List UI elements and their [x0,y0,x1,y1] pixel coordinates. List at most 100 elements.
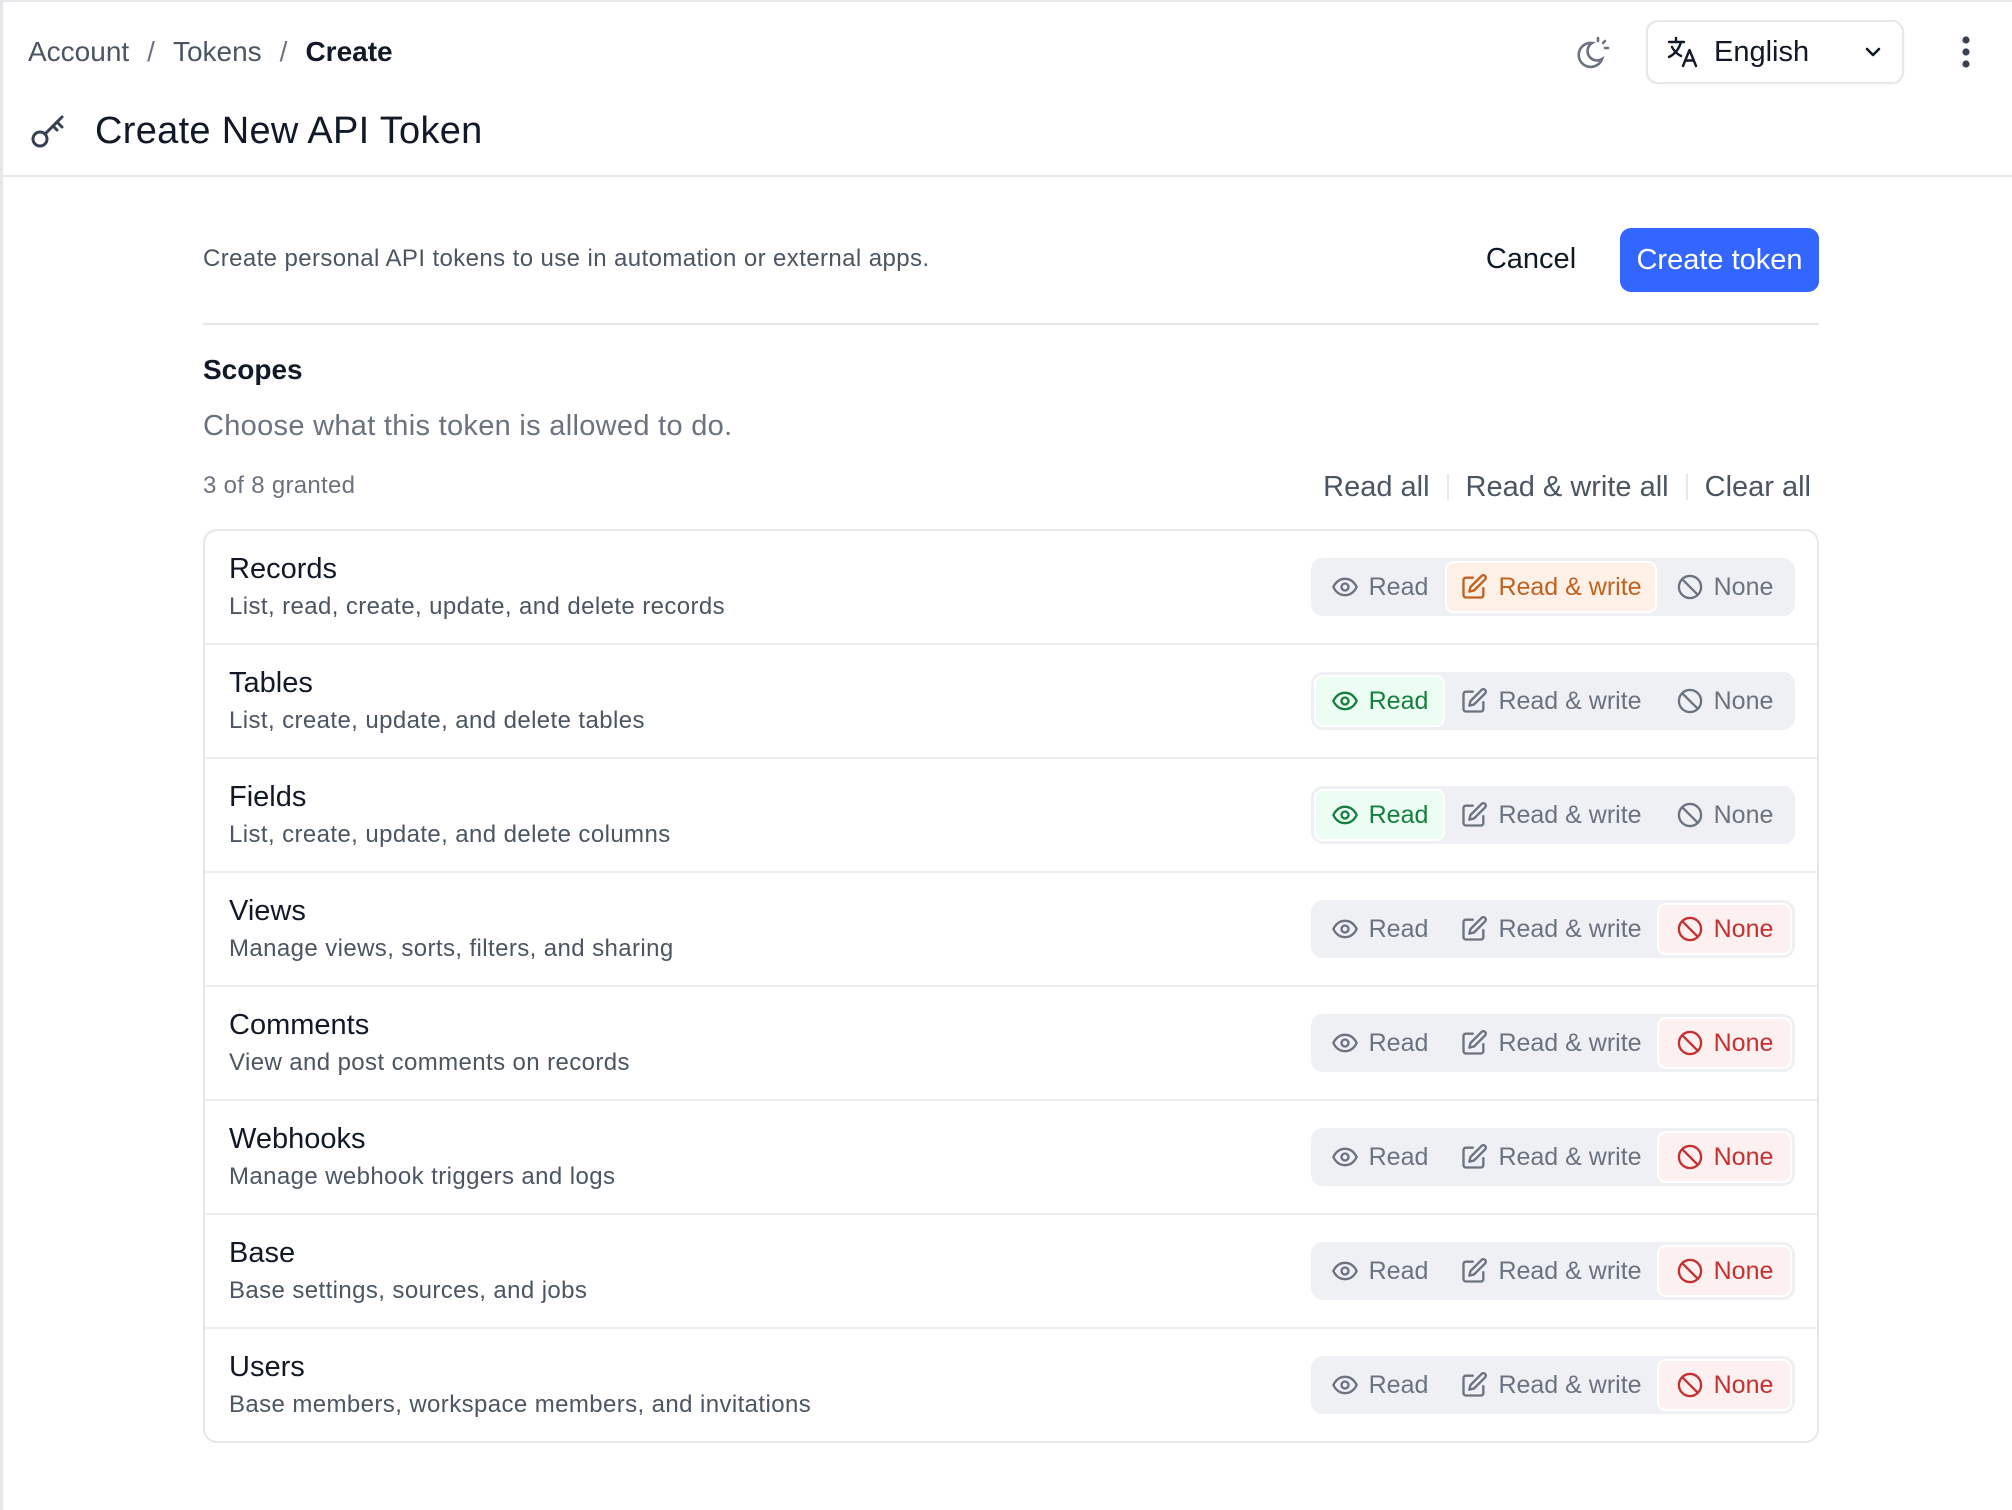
option-label: None [1713,686,1774,715]
permission-none-option[interactable]: None [1657,1245,1792,1297]
permission-read-write-option[interactable]: Read & write [1445,903,1657,955]
scope-name: Webhooks [229,1123,366,1155]
breadcrumb-separator: / [279,36,288,67]
scope-row: Webhooks Manage webhook triggers and log… [205,1101,1817,1215]
ban-icon [1677,688,1702,714]
scope-description: List, create, update, and delete columns [229,821,671,848]
scopes-subtitle: Choose what this token is allowed to do. [203,410,733,442]
permission-read-write-option[interactable]: Read & write [1445,1131,1657,1183]
permission-selector: Read Read & write None [1311,1128,1795,1186]
option-label: None [1713,1256,1774,1285]
option-label: Read & write [1498,914,1642,943]
breadcrumb-tokens[interactable]: Tokens [173,36,262,68]
permission-read-write-option[interactable]: Read & write [1445,789,1657,841]
option-label: Read & write [1498,1256,1642,1285]
permission-none-option[interactable]: None [1657,561,1792,613]
read-all-button[interactable]: Read all [1323,471,1429,504]
permission-selector: Read Read & write None [1311,1242,1795,1300]
theme-toggle-icon [1577,36,1610,69]
eye-icon [1331,919,1358,939]
permission-none-option[interactable]: None [1657,1017,1792,1069]
option-label: Read & write [1498,686,1642,715]
option-label: None [1713,572,1774,601]
ban-icon [1677,916,1702,942]
edit-icon [1462,688,1488,713]
edit-icon [1462,1030,1488,1055]
eye-icon [1331,1033,1358,1053]
permission-none-option[interactable]: None [1657,1359,1792,1411]
read-write-all-button[interactable]: Read & write all [1466,471,1669,504]
more-vertical-icon [1962,36,1970,68]
permission-read-option[interactable]: Read [1314,789,1445,841]
eye-icon [1331,1147,1358,1167]
scope-name: Fields [229,781,307,813]
breadcrumb: Account / Tokens / Create [28,30,393,74]
permission-none-option[interactable]: None [1657,1131,1792,1183]
scope-name: Users [229,1351,305,1383]
more-menu-button[interactable] [1948,28,1984,76]
edit-icon [1462,1372,1488,1397]
scope-row: Views Manage views, sorts, filters, and … [205,873,1817,987]
option-label: Read [1368,686,1429,715]
permission-none-option[interactable]: None [1657,675,1792,727]
intro-row: Create personal API tokens to use in aut… [203,227,1819,325]
option-label: None [1713,1370,1774,1399]
option-label: None [1713,800,1774,829]
divider [1446,474,1449,500]
scope-description: Manage webhook triggers and logs [229,1163,616,1190]
permission-read-option[interactable]: Read [1314,675,1445,727]
option-label: Read & write [1498,572,1642,601]
permission-read-option[interactable]: Read [1314,1359,1445,1411]
option-label: Read [1368,914,1429,943]
permission-read-write-option[interactable]: Read & write [1445,675,1657,727]
permission-read-write-option[interactable]: Read & write [1445,1017,1657,1069]
key-icon [31,115,64,148]
breadcrumb-account[interactable]: Account [28,36,129,68]
eye-icon [1331,805,1358,825]
scope-row: Comments View and post comments on recor… [205,987,1817,1101]
cancel-button[interactable]: Cancel [1471,227,1591,291]
edit-icon [1462,802,1488,827]
scope-row: Fields List, create, update, and delete … [205,759,1817,873]
chevron-down-icon [1865,47,1881,57]
eye-icon [1331,691,1358,711]
permission-read-option[interactable]: Read [1314,561,1445,613]
scope-name: Base [229,1237,296,1269]
permission-read-option[interactable]: Read [1314,1245,1445,1297]
language-select-value: English [1714,35,1810,68]
granted-count: 3 of 8 granted [203,472,356,499]
option-label: Read & write [1498,1142,1642,1171]
permission-read-write-option[interactable]: Read & write [1445,561,1657,613]
permission-read-write-option[interactable]: Read & write [1445,1359,1657,1411]
permission-read-option[interactable]: Read [1314,1017,1445,1069]
eye-icon [1331,577,1358,597]
create-token-button[interactable]: Create token [1620,228,1819,292]
scope-list: Records List, read, create, update, and … [203,529,1819,1443]
scope-row: Users Base members, workspace members, a… [205,1329,1817,1441]
bulk-actions: Read all Read & write all Clear all [1323,467,1811,507]
permission-read-option[interactable]: Read [1314,1131,1445,1183]
scope-row: Records List, read, create, update, and … [205,531,1817,645]
scope-row: Tables List, create, update, and delete … [205,645,1817,759]
edit-icon [1462,1144,1488,1169]
language-select[interactable]: English [1646,20,1904,84]
theme-toggle-button[interactable] [1568,29,1616,77]
ban-icon [1677,574,1702,600]
edit-icon [1462,916,1488,941]
permission-none-option[interactable]: None [1657,903,1792,955]
option-label: Read & write [1498,1028,1642,1057]
ban-icon [1677,802,1702,828]
title-row: Create New API Token [29,105,483,157]
option-label: Read [1368,572,1429,601]
permission-read-option[interactable]: Read [1314,903,1445,955]
scope-description: Base settings, sources, and jobs [229,1277,588,1304]
option-label: Read [1368,1256,1429,1285]
permission-none-option[interactable]: None [1657,789,1792,841]
permission-read-write-option[interactable]: Read & write [1445,1245,1657,1297]
clear-all-button[interactable]: Clear all [1705,471,1811,504]
scope-name: Tables [229,667,313,699]
breadcrumb-current: Create [305,36,393,67]
option-label: None [1713,1142,1774,1171]
option-label: None [1713,914,1774,943]
permission-selector: Read Read & write None [1311,786,1795,844]
